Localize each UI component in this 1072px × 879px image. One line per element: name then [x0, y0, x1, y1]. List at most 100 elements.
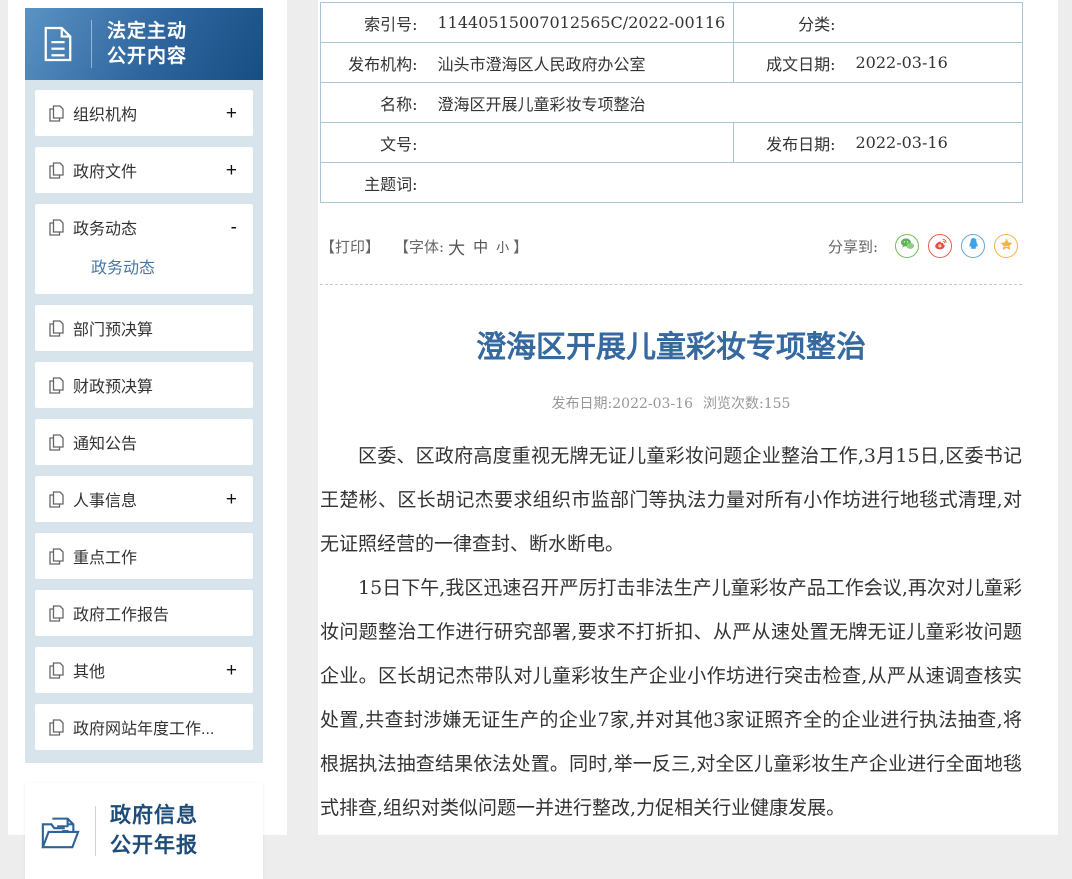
table-row: 名称: 澄海区开展儿童彩妆专项整治	[320, 82, 1023, 123]
publish-date-meta-label: 发布日期:	[551, 396, 613, 412]
sidebar-item-label: 政府文件	[73, 164, 138, 181]
sidebar-item-label: 政府网站年度工作...	[73, 721, 215, 738]
sidebar-column: 法定主动 公开内容 组织机构 + 政府文件 + 政务动态 - 政务动态 部门预决…	[8, 0, 287, 879]
document-meta-table: 索引号: 11440515007012565C/2022-00116 分类: 发…	[320, 2, 1023, 203]
print-button[interactable]: 【打印】	[320, 236, 380, 257]
sidebar-item-website-annual-report[interactable]: 政府网站年度工作...	[35, 704, 253, 750]
sidebar-item-label: 财政预决算	[73, 379, 154, 396]
sidebar-item-label: 通知公告	[73, 436, 138, 453]
page-icon	[49, 490, 64, 508]
written-date-label: 成文日期:	[733, 42, 844, 83]
page-icon	[49, 104, 64, 122]
article-meta: 发布日期:2022-03-16 浏览次数:155	[320, 393, 1022, 413]
keywords-value	[425, 162, 1023, 203]
page-icon	[49, 604, 64, 622]
views-label: 浏览次数:	[702, 396, 764, 412]
table-row: 索引号: 11440515007012565C/2022-00116 分类:	[320, 2, 1023, 43]
expand-icon[interactable]: +	[226, 490, 237, 509]
font-size-large-button[interactable]: 大	[448, 234, 465, 259]
article-title: 澄海区开展儿童彩妆专项整治	[476, 331, 866, 364]
dashed-divider	[320, 284, 1022, 285]
sidebar-item-key-work[interactable]: 重点工作	[35, 533, 253, 579]
annual-report-title: 政府信息 公开年报	[96, 801, 198, 861]
wechat-icon	[900, 237, 915, 255]
main-content-column: 索引号: 11440515007012565C/2022-00116 分类: 发…	[318, 0, 1058, 835]
qq-icon	[967, 237, 980, 256]
sidebar-item-label: 政务动态	[73, 221, 138, 238]
agency-label: 发布机构:	[320, 42, 426, 83]
publish-date-label: 发布日期:	[733, 122, 844, 163]
sidebar-item-gov-news[interactable]: 政务动态 - 政务动态	[35, 204, 253, 294]
sidebar-item-label: 部门预决算	[73, 322, 154, 339]
sidebar-item-notices[interactable]: 通知公告	[35, 419, 253, 465]
sidebar-item-label: 组织机构	[73, 107, 138, 124]
sidebar-item-label: 其他	[73, 664, 106, 681]
sidebar-item-gov-documents[interactable]: 政府文件 +	[35, 147, 253, 193]
table-row: 文号: 发布日期: 2022-03-16	[320, 122, 1023, 163]
table-row: 发布机构: 汕头市澄海区人民政府办公室 成文日期: 2022-03-16	[320, 42, 1023, 83]
page-icon	[49, 376, 64, 394]
page-icon	[49, 547, 64, 565]
index-label: 索引号:	[320, 2, 426, 43]
font-size-prefix: 【字体:	[394, 237, 445, 256]
annual-report-panel[interactable]: 政府信息 公开年报	[25, 783, 263, 879]
star-icon	[999, 237, 1014, 256]
share-label: 分享到:	[827, 237, 878, 256]
share-qzone-button[interactable]	[994, 234, 1018, 258]
name-label: 名称:	[320, 82, 426, 123]
category-value	[843, 2, 1023, 43]
agency-value: 汕头市澄海区人民政府办公室	[425, 42, 734, 83]
font-size-suffix: 】	[513, 237, 529, 256]
sidebar-item-personnel[interactable]: 人事信息 +	[35, 476, 253, 522]
sidebar-item-label: 政府工作报告	[73, 607, 170, 624]
sidebar-item-finance-budget[interactable]: 财政预决算	[35, 362, 253, 408]
collapse-icon[interactable]: -	[231, 218, 237, 237]
expand-icon[interactable]: +	[226, 661, 237, 680]
sidebar-item-work-report[interactable]: 政府工作报告	[35, 590, 253, 636]
page-icon	[49, 718, 64, 736]
publish-date-value: 2022-03-16	[843, 122, 1023, 163]
disclosure-panel: 法定主动 公开内容 组织机构 + 政府文件 + 政务动态 - 政务动态 部门预决…	[25, 8, 263, 763]
document-icon	[25, 26, 91, 62]
disclosure-panel-header: 法定主动 公开内容	[25, 8, 263, 80]
name-value: 澄海区开展儿童彩妆专项整治	[425, 82, 1023, 123]
page-icon	[49, 661, 64, 679]
table-row: 主题词:	[320, 162, 1023, 203]
written-date-value: 2022-03-16	[843, 42, 1023, 83]
main-content: 索引号: 11440515007012565C/2022-00116 分类: 发…	[320, 2, 1023, 830]
sidebar-menu: 组织机构 + 政府文件 + 政务动态 - 政务动态 部门预决算 财政预决算 通知…	[25, 80, 263, 761]
page-icon	[49, 161, 64, 179]
disclosure-panel-title: 法定主动 公开内容	[92, 19, 187, 69]
article-paragraph: 区委、区政府高度重视无牌无证儿童彩妆问题企业整治工作,3月15日,区委书记王楚彬…	[320, 445, 1022, 555]
sidebar-item-label: 人事信息	[73, 493, 138, 510]
share-qq-button[interactable]	[961, 234, 985, 258]
views-value: 155	[763, 396, 791, 412]
expand-icon[interactable]: +	[226, 104, 237, 123]
disclosure-title-line1: 法定主动	[107, 21, 188, 42]
font-size-medium-button[interactable]: 中	[473, 236, 488, 257]
page-icon	[49, 218, 64, 236]
index-value: 11440515007012565C/2022-00116	[425, 2, 734, 43]
sidebar-item-label: 重点工作	[73, 550, 138, 567]
publish-date-meta-value: 2022-03-16	[612, 396, 693, 412]
sidebar-item-others[interactable]: 其他 +	[35, 647, 253, 693]
sidebar-subitem-gov-news[interactable]: 政务动态	[91, 260, 155, 277]
disclosure-title-line2: 公开内容	[107, 46, 188, 67]
share-weibo-button[interactable]	[928, 234, 952, 258]
article-toolbar: 【打印】 【字体: 大 中 小 】 分享到:	[320, 233, 1022, 259]
sidebar-item-organization[interactable]: 组织机构 +	[35, 90, 253, 136]
annual-report-title-line2: 公开年报	[110, 834, 198, 857]
annual-report-title-line1: 政府信息	[110, 804, 198, 827]
doc-no-value	[425, 122, 734, 163]
weibo-icon	[933, 237, 948, 255]
expand-icon[interactable]: +	[226, 161, 237, 180]
share-wechat-button[interactable]	[895, 234, 919, 258]
article-paragraph: 15日下午,我区迅速召开严厉打击非法生产儿童彩妆产品工作会议,再次对儿童彩妆问题…	[320, 577, 1022, 819]
category-label: 分类:	[733, 2, 844, 43]
sidebar-item-dept-budget[interactable]: 部门预决算	[35, 305, 253, 351]
page-icon	[49, 433, 64, 451]
font-size-small-button[interactable]: 小	[496, 237, 509, 256]
sidebar: 法定主动 公开内容 组织机构 + 政府文件 + 政务动态 - 政务动态 部门预决…	[25, 8, 263, 879]
keywords-label: 主题词:	[320, 162, 426, 203]
doc-no-label: 文号:	[320, 122, 426, 163]
